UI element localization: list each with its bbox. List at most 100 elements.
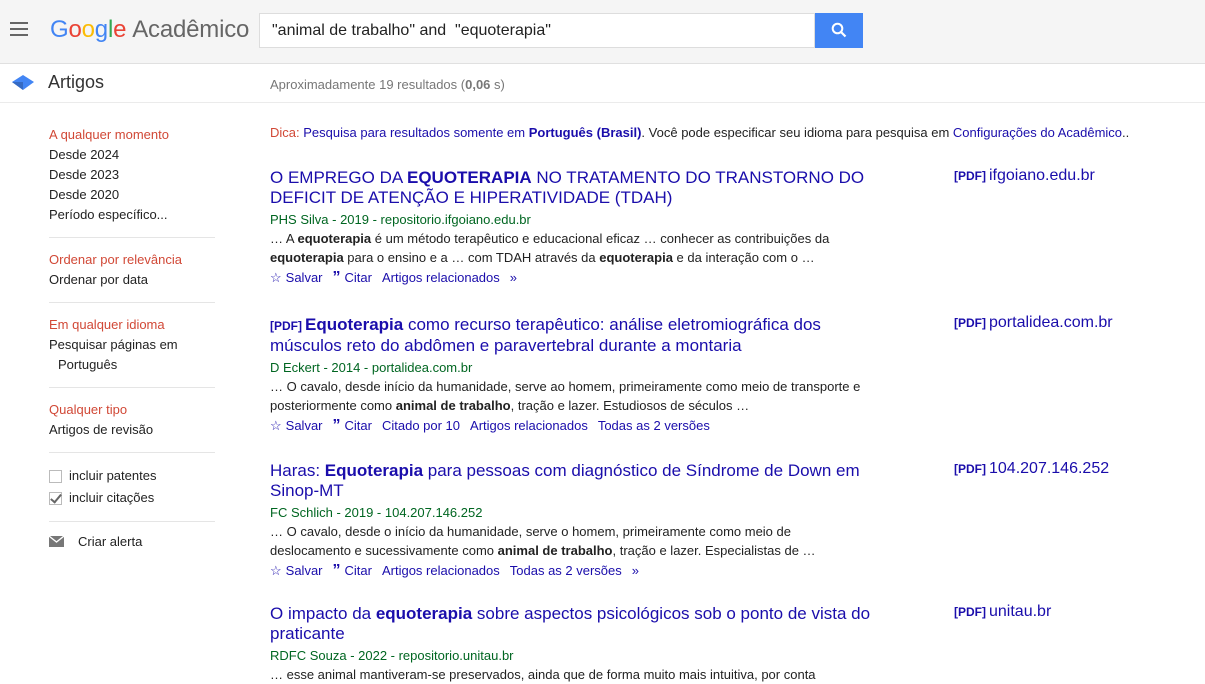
settings-link[interactable]: Configurações do Acadêmico [953,125,1122,140]
filter-since-2023[interactable]: Desde 2023 [49,165,215,185]
result-snippet: … esse animal mantiveram-se preservados,… [270,665,870,684]
cite-link[interactable]: ” Citar [333,416,372,436]
scholar-logo[interactable]: Google Acadêmico [50,16,249,44]
sort-date[interactable]: Ordenar por data [49,270,215,290]
title-text: O EMPREGO DA [270,168,407,187]
action-label: Todas as 2 versões [509,563,622,578]
type-review[interactable]: Artigos de revisão [49,420,215,440]
quote-icon: ” [332,269,341,286]
logo-letter: G [50,16,69,43]
type-any[interactable]: Qualquer tipo [49,400,215,420]
lang-portuguese[interactable]: Pesquisar páginas em Português [49,335,215,375]
tip-language-link[interactable]: Pesquisa para resultados somente em Port… [303,125,641,140]
result-title-link[interactable]: Haras: Equoterapia para pessoas com diag… [270,461,890,501]
search-button[interactable] [815,13,863,48]
tip-text: Pesquisa para resultados somente em [303,125,526,140]
search-tip: Dica: Pesquisa para resultados somente e… [270,125,1130,140]
title-text: Equoterapia [324,461,424,480]
result-count: Aproximadamente 19 resultados (0,06 s) [270,77,505,92]
filter-since-2020[interactable]: Desde 2020 [49,185,215,205]
action-label: Salvar [285,270,323,285]
search-icon [831,22,847,38]
snippet-text: equoterapia [270,250,344,265]
all-versions-link[interactable]: Todas as 2 versões [510,561,622,581]
pdf-side-link[interactable]: [PDF] ifgoiano.edu.br [954,167,1095,185]
type-filter: Qualquer tipo Artigos de revisão [49,400,215,453]
result-title-link[interactable]: [PDF] Equoterapia como recurso terapêutic… [270,315,890,356]
logo-letter: o [68,16,82,43]
checkbox-box[interactable] [49,491,62,505]
title-text: O impacto da [270,604,376,623]
pdf-domain: portalidea.com.br [989,314,1113,331]
cite-link[interactable]: ” Citar [333,268,372,288]
filter-since-2024[interactable]: Desde 2024 [49,145,215,165]
result-actions: ☆ Salvar ” Citar Citado por 10 Artigos relaci… [270,416,1190,436]
cite-link[interactable]: ” Citar [333,561,372,581]
result-title-link[interactable]: O impacto da equoterapia sobre aspectos … [270,604,890,644]
pdf-domain: 104.207.146.252 [989,460,1110,477]
pdf-tag: [PDF] [270,319,302,333]
result-actions: ☆ Salvar ” Citar Artigos relacionados » [270,268,1190,288]
result-authors: D Eckert - 2014 - portalidea.com.br [270,360,473,375]
pdf-tag: [PDF] [954,605,986,619]
result-item: O EMPREGO DA EQUOTERAPIA NO TRATAMENTO D… [270,167,1190,288]
title-text: Equoterapia [305,315,404,334]
action-label: Citar [344,270,372,285]
create-alert-label: Criar alerta [78,534,143,549]
logo-letter: e [113,16,127,43]
pdf-tag: [PDF] [954,316,986,330]
time-filter: A qualquer momento Desde 2024 Desde 2023… [49,125,215,238]
logo-suffix: Acadêmico [132,16,250,43]
title-text: EQUOTERAPIA [406,168,532,187]
result-item: [PDF] Equoterapia como recurso terapêutic… [270,314,1190,436]
pdf-side-link[interactable]: [PDF] unitau.br [954,603,1051,621]
include-citations-checkbox[interactable]: incluir citações [49,487,215,509]
action-label: Citar [344,563,372,578]
related-articles-link[interactable]: Artigos relacionados [382,268,500,288]
snippet-text: … A [270,231,298,246]
action-label: Citado por 10 [381,418,461,433]
include-patents-checkbox[interactable]: incluir patentes [49,465,215,487]
pdf-tag: [PDF] [954,169,986,183]
save-link[interactable]: ☆ Salvar [270,268,323,288]
action-label: Artigos relacionados [381,563,500,578]
result-snippet: … O cavalo, desde início da humanidade, … [270,377,870,415]
result-actions: ☆ Salvar ” Citar Artigos relacionados Todas a… [270,561,1190,581]
filter-custom-range[interactable]: Período específico... [49,205,215,225]
logo-letter: g [94,16,108,43]
related-articles-link[interactable]: Artigos relacionados [470,416,588,436]
star-icon: ☆ [270,563,282,578]
snippet-text: para o ensino e a … com TDAH através da [343,250,600,265]
related-articles-link[interactable]: Artigos relacionados [382,561,500,581]
more-options-icon[interactable]: » [510,268,517,288]
action-label: Citar [344,418,372,433]
search-input[interactable] [259,13,815,48]
result-title-link[interactable]: O EMPREGO DA EQUOTERAPIA NO TRATAMENTO D… [270,168,890,208]
title-text: equoterapia [375,604,473,623]
checkbox-box[interactable] [49,469,62,483]
lang-any[interactable]: Em qualquer idioma [49,315,215,335]
tip-text2: Você pode especificar seu idioma para pe… [648,125,950,140]
cited-by-link[interactable]: Citado por 10 [382,416,460,436]
quote-icon: ” [332,417,341,434]
save-link[interactable]: ☆ Salvar [270,561,323,581]
more-options-icon[interactable]: » [632,561,639,581]
action-label: Salvar [285,418,323,433]
tip-end: .. [1122,125,1130,140]
save-link[interactable]: ☆ Salvar [270,416,323,436]
sort-relevance[interactable]: Ordenar por relevância [49,250,215,270]
pdf-tag: [PDF] [954,462,986,476]
pdf-side-link[interactable]: [PDF] portalidea.com.br [954,314,1113,332]
pdf-side-link[interactable]: [PDF] 104.207.146.252 [954,460,1109,478]
snippet-text: equoterapia [599,250,673,265]
count-suffix: s) [490,77,505,92]
result-snippet: … O cavalo, desde o início da humanidade… [270,522,870,560]
filter-any-time[interactable]: A qualquer momento [49,125,215,145]
result-authors: FC Schlich - 2019 - 104.207.146.252 [270,505,483,520]
create-alert-button[interactable]: Criar alerta [49,534,215,549]
snippet-text: animal de trabalho [497,543,613,558]
all-versions-link[interactable]: Todas as 2 versões [598,416,710,436]
menu-icon[interactable] [10,22,28,36]
star-icon: ☆ [270,270,282,285]
quote-icon: ” [332,562,341,579]
